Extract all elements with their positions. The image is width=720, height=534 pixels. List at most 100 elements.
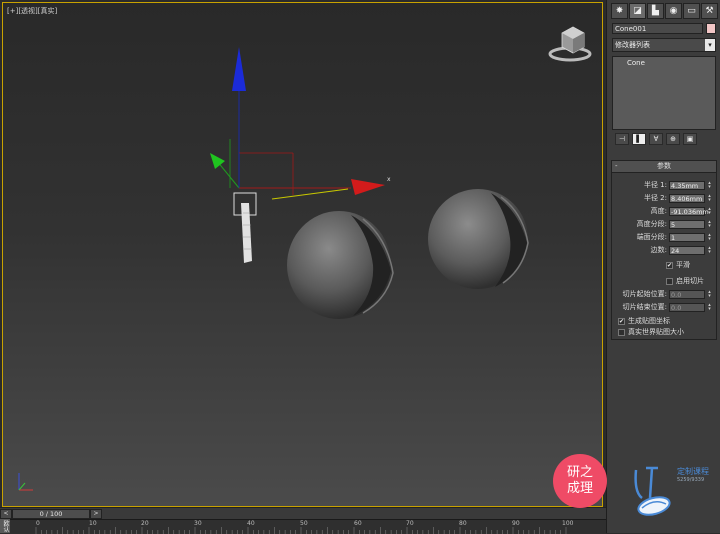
slice-from-row: 切片起始位置: 0.0 ▴ ▾ [623, 289, 712, 299]
sphere-object-1[interactable] [287, 211, 394, 319]
gen-mapping-option[interactable]: ✔ 生成贴图坐标 [618, 316, 670, 326]
configure-sets-icon[interactable]: ▣ [683, 133, 697, 145]
modifier-stack[interactable]: Cone [612, 56, 716, 130]
watermark-badge: 研之 成理 [553, 454, 607, 508]
slice-from-input[interactable]: 0.0 [669, 289, 705, 299]
tick-label: 20 [141, 520, 149, 527]
seed-logo-icon [634, 466, 671, 516]
badge-line-1: 研之 [566, 465, 593, 480]
object-name-field[interactable]: Cone001 [612, 23, 703, 34]
radius1-input[interactable]: 4.35mm [669, 180, 705, 190]
parameters-title: 参数 [657, 162, 671, 170]
next-frame-button[interactable]: > [90, 509, 102, 519]
viewport-scene[interactable]: x [3, 3, 603, 507]
show-end-result-icon[interactable]: ▌ [632, 133, 646, 145]
tick-label: 80 [459, 520, 467, 527]
real-world-option[interactable]: 真实世界贴图大小 [618, 327, 684, 337]
remove-modifier-icon[interactable]: ⊕ [666, 133, 680, 145]
tick-label: 40 [247, 520, 255, 527]
gen-mapping-checkbox[interactable]: ✔ [618, 317, 625, 325]
perspective-viewport[interactable]: [+][透视][真实] x [2, 2, 603, 507]
spinner-icon[interactable]: ▴ ▾ [707, 219, 712, 229]
display-tab-icon[interactable]: ▭ [683, 3, 700, 19]
modify-tab-icon[interactable]: ◪ [629, 3, 646, 19]
slice-on-checkbox[interactable] [666, 277, 673, 285]
hierarchy-tab-icon[interactable]: ▙ [647, 3, 664, 19]
viewcube-icon[interactable] [548, 26, 592, 62]
parameters-rollout: - 参数 半径 1: 4.35mm ▴ ▾ 半径 2: 8.406mm ▴ ▾ 高度… [611, 160, 717, 340]
smooth-checkbox[interactable]: ✔ [666, 261, 673, 269]
object-color-swatch[interactable] [706, 23, 716, 34]
pin-stack-icon[interactable]: ⊣ [615, 133, 629, 145]
logo-text: 定制课程 [677, 467, 709, 476]
stack-toolbar: ⊣ ▌ ∀ ⊕ ▣ [615, 133, 697, 145]
real-world-checkbox[interactable] [618, 328, 625, 336]
radius1-row: 半径 1: 4.35mm ▴ ▾ [644, 180, 712, 190]
radius2-label: 半径 2: [643, 194, 667, 202]
slice-on-label: 启用切片 [676, 277, 704, 285]
parameters-rollout-header[interactable]: - 参数 [612, 161, 716, 173]
world-axis-icon [18, 473, 33, 491]
spinner-icon[interactable]: ▴ ▾ [707, 193, 712, 203]
tick-label: 70 [406, 520, 414, 527]
axis-x-label: x [387, 176, 391, 183]
collapse-icon[interactable]: - [615, 161, 618, 172]
height-segments-label: 高度分段: [636, 220, 667, 228]
command-panel-tabs: ✸ ◪ ▙ ◉ ▭ ⚒ [611, 3, 718, 20]
sides-label: 边数: [650, 246, 667, 254]
tick-label: 10 [89, 520, 97, 527]
tick-label: 0 [36, 520, 40, 527]
time-slider[interactable]: 0 / 100 [12, 509, 90, 519]
sphere-object-2[interactable] [428, 189, 529, 289]
slice-from-label: 切片起始位置: [622, 290, 667, 298]
track-bar[interactable]: 0 10 20 30 40 50 60 70 80 90 100 [0, 519, 606, 534]
height-label: 高度: [650, 207, 667, 215]
chevron-down-icon[interactable]: ▾ [705, 39, 715, 51]
command-panel: ✸ ◪ ▙ ◉ ▭ ⚒ Cone001 修改器列表 ▾ Cone ⊣ ▌ ∀ ⊕… [606, 0, 720, 533]
prev-frame-button[interactable]: < [0, 509, 12, 519]
track-side-label: 欧认 [0, 519, 10, 533]
modifier-list-label: 修改器列表 [615, 41, 650, 49]
move-gizmo-icon[interactable]: x [210, 47, 391, 200]
height-input[interactable]: -91.036mm [669, 206, 709, 216]
real-world-label: 真实世界贴图大小 [628, 328, 684, 336]
slice-to-row: 切片结束位置: 0.0 ▴ ▾ [623, 302, 712, 312]
gen-mapping-label: 生成贴图坐标 [628, 317, 670, 325]
tick-label: 60 [354, 520, 362, 527]
radius2-input[interactable]: 8.406mm [669, 193, 705, 203]
tick-label: 90 [512, 520, 520, 527]
sides-input[interactable]: 24 [669, 245, 705, 255]
radius2-row: 半径 2: 8.406mm ▴ ▾ [644, 193, 712, 203]
tick-label: 30 [194, 520, 202, 527]
cap-segments-input[interactable]: 1 [669, 232, 705, 242]
spinner-icon[interactable]: ▴ ▾ [707, 245, 712, 255]
smooth-option[interactable]: ✔ 平滑 [666, 260, 690, 270]
spinner-icon[interactable]: ▴ ▾ [707, 302, 712, 312]
cone-object[interactable] [233, 192, 257, 263]
make-unique-icon[interactable]: ∀ [649, 133, 663, 145]
slice-on-option[interactable]: 启用切片 [666, 276, 704, 286]
tick-label: 50 [300, 520, 308, 527]
height-segments-input[interactable]: 5 [669, 219, 705, 229]
watermark-logo: 定制课程 5259/9339 [630, 462, 716, 520]
spinner-icon[interactable]: ▴ ▾ [707, 180, 712, 190]
radius1-label: 半径 1: [643, 181, 667, 189]
modifier-list-dropdown[interactable]: 修改器列表 ▾ [612, 38, 716, 52]
utilities-tab-icon[interactable]: ⚒ [701, 3, 718, 19]
slice-to-label: 切片结束位置: [622, 303, 667, 311]
badge-line-2: 成理 [566, 481, 593, 496]
spinner-icon[interactable]: ▴ ▾ [707, 289, 712, 299]
cap-segments-row: 端面分段: 1 ▴ ▾ [637, 232, 712, 242]
smooth-label: 平滑 [676, 261, 690, 269]
slice-to-input[interactable]: 0.0 [669, 302, 705, 312]
motion-tab-icon[interactable]: ◉ [665, 3, 682, 19]
create-tab-icon[interactable]: ✸ [611, 3, 628, 19]
spinner-icon[interactable]: ▴ ▾ [707, 232, 712, 242]
logo-number: 5259/9339 [677, 477, 705, 483]
cap-segments-label: 端面分段: [636, 233, 667, 241]
tick-label: 100 [562, 520, 574, 527]
stack-item-cone[interactable]: Cone [627, 59, 645, 67]
height-segments-row: 高度分段: 5 ▴ ▾ [637, 219, 712, 229]
sides-row: 边数: 24 ▴ ▾ [651, 245, 712, 255]
height-row: 高度: -91.036mm ▴ ▾ [651, 206, 712, 216]
